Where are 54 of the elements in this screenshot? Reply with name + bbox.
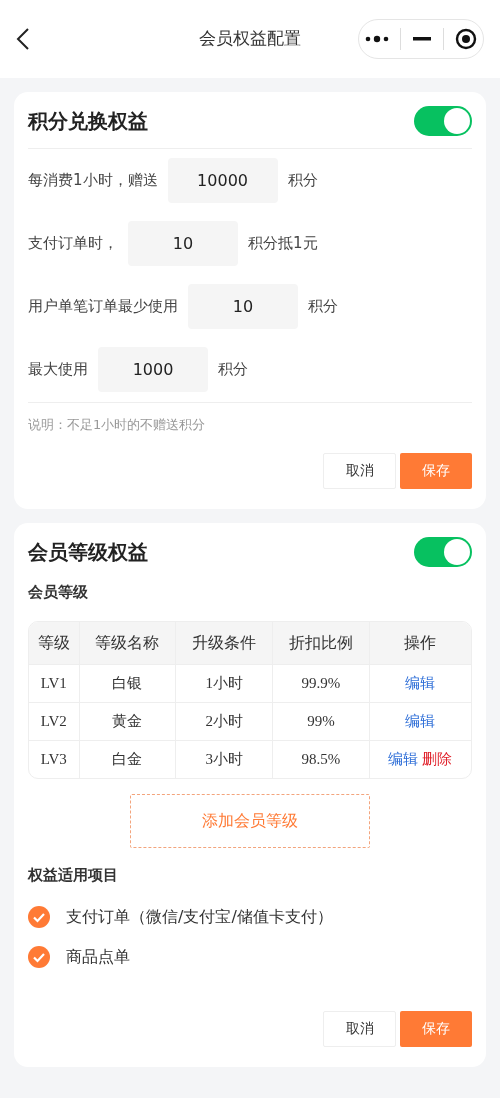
column-header: 升级条件 bbox=[176, 622, 274, 664]
option-label: 商品点单 bbox=[66, 945, 130, 968]
edit-link[interactable]: 编辑 bbox=[403, 710, 438, 733]
field-label: 用户单笔订单最少使用 bbox=[28, 296, 178, 318]
section-subtitle: 权益适用项目 bbox=[28, 865, 119, 886]
more-icon[interactable] bbox=[364, 35, 389, 43]
back-icon[interactable] bbox=[16, 27, 30, 51]
field-label: 支付订单时， bbox=[28, 233, 118, 255]
number-field[interactable]: 10 bbox=[128, 221, 238, 266]
section-title: 积分兑换权益 bbox=[28, 108, 148, 135]
column-header: 等级 bbox=[29, 622, 80, 664]
cancel-button[interactable]: 取消 bbox=[323, 452, 396, 489]
save-button[interactable]: 保存 bbox=[400, 452, 472, 489]
delete-link[interactable]: 删除 bbox=[420, 748, 455, 771]
add-level-button[interactable]: 添加会员等级 bbox=[130, 794, 370, 848]
table-cell: 99% bbox=[273, 702, 370, 740]
table-cell: 99.9% bbox=[273, 664, 370, 702]
column-header: 折扣比例 bbox=[273, 622, 370, 664]
toggle-switch[interactable] bbox=[414, 536, 472, 567]
section-subtitle: 会员等级 bbox=[28, 581, 89, 603]
section-title: 会员等级权益 bbox=[28, 538, 148, 566]
checkbox[interactable] bbox=[28, 905, 50, 928]
field-label: 每消费1小时，赠送 bbox=[28, 170, 158, 192]
minimize-icon[interactable] bbox=[413, 37, 431, 41]
cancel-button[interactable]: 取消 bbox=[323, 1010, 396, 1047]
column-header: 等级名称 bbox=[79, 622, 177, 664]
number-field[interactable]: 1000 bbox=[98, 347, 208, 392]
table-cell: LV3 bbox=[29, 740, 80, 778]
table-cell: 黄金 bbox=[79, 702, 177, 740]
number-field[interactable]: 10 bbox=[188, 284, 298, 329]
toggle-switch[interactable] bbox=[414, 106, 472, 136]
table-cell: LV1 bbox=[29, 664, 80, 702]
number-field[interactable]: 10000 bbox=[167, 158, 278, 203]
table-cell: 2小时 bbox=[176, 702, 274, 740]
edit-link[interactable]: 编辑 bbox=[386, 748, 421, 771]
unit-label: 积分 bbox=[287, 170, 318, 192]
unit-label: 积分抵1元 bbox=[248, 233, 318, 255]
unit-label: 积分 bbox=[308, 296, 338, 318]
table-cell: 1小时 bbox=[176, 664, 274, 702]
table-cell: LV2 bbox=[29, 702, 80, 740]
save-button[interactable]: 保存 bbox=[400, 1010, 472, 1047]
field-label: 最大使用 bbox=[28, 359, 88, 381]
table-cell: 白金 bbox=[79, 740, 177, 778]
edit-link[interactable]: 编辑 bbox=[403, 672, 438, 695]
table-cell: 98.5% bbox=[273, 740, 370, 778]
unit-label: 积分 bbox=[218, 359, 248, 381]
close-icon[interactable] bbox=[455, 28, 478, 50]
column-header: 操作 bbox=[369, 622, 471, 664]
table-cell: 白银 bbox=[79, 664, 177, 702]
table-cell: 3小时 bbox=[176, 740, 274, 778]
page-title: 会员权益配置 bbox=[199, 27, 301, 51]
checkbox[interactable] bbox=[28, 945, 50, 968]
note-text: 说明：不足1小时的不赠送积分 bbox=[28, 402, 472, 435]
option-label: 支付订单（微信/支付宝/储值卡支付） bbox=[66, 905, 333, 928]
